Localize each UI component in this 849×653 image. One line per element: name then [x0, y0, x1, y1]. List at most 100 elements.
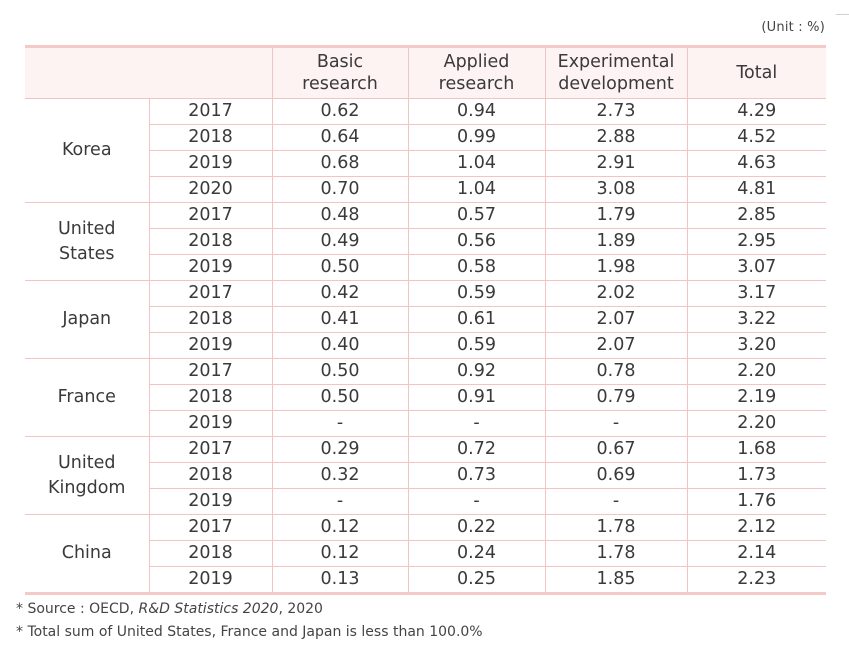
total-cell: 2.95 — [686, 228, 826, 255]
year-cell: 2018 — [148, 306, 272, 333]
applied-cell: 0.92 — [407, 358, 545, 385]
applied-cell: 0.24 — [407, 540, 545, 567]
total-cell: 2.12 — [686, 514, 826, 541]
header-total: Total — [686, 46, 826, 99]
country-cell: United States — [25, 202, 149, 281]
year-cell: 2018 — [148, 540, 272, 567]
applied-cell: 0.61 — [407, 306, 545, 333]
header-experimental-development: Experimental development — [544, 46, 687, 99]
country-name-line: States — [59, 243, 115, 264]
scrollbar-edge — [836, 14, 849, 15]
experimental-cell: - — [544, 488, 687, 515]
year-cell: 2019 — [148, 254, 272, 281]
applied-cell: 0.73 — [407, 462, 545, 489]
table-row: Japan 2017 0.42 0.59 2.02 3.17 — [25, 280, 826, 359]
applied-cell: 0.59 — [407, 280, 545, 307]
year-cell: 2018 — [148, 462, 272, 489]
applied-cell: 0.59 — [407, 332, 545, 359]
header-basic-line1: Basic — [316, 52, 364, 72]
total-cell: 1.76 — [686, 488, 826, 515]
basic-cell: 0.12 — [271, 540, 408, 567]
year-cell: 2017 — [148, 436, 272, 463]
basic-cell: 0.32 — [271, 462, 408, 489]
year-cell: 2017 — [148, 358, 272, 385]
experimental-cell: 0.67 — [544, 436, 687, 463]
applied-cell: 0.99 — [407, 124, 545, 151]
basic-cell: 0.42 — [271, 280, 408, 307]
year-cell: 2019 — [148, 410, 272, 437]
country-name-line: France — [57, 387, 116, 407]
applied-cell: 0.58 — [407, 254, 545, 281]
source-title: R&D Statistics 2020 — [138, 601, 279, 617]
basic-cell: 0.70 — [271, 176, 408, 203]
experimental-cell: 1.78 — [544, 514, 687, 541]
applied-cell: 1.04 — [407, 150, 545, 177]
year-cell: 2019 — [148, 488, 272, 515]
header-applied-line1: Applied — [443, 52, 510, 72]
basic-cell: 0.50 — [271, 358, 408, 385]
header-experimental-line1: Experimental — [557, 52, 675, 72]
basic-cell: 0.41 — [271, 306, 408, 333]
total-cell: 2.20 — [686, 358, 826, 385]
applied-cell: 1.04 — [407, 176, 545, 203]
country-cell: Japan — [25, 280, 149, 359]
country-name-line: United — [58, 452, 116, 473]
experimental-cell: 1.98 — [544, 254, 687, 281]
rd-expenditure-table: Basic research Applied research Experime… — [25, 45, 826, 595]
country-cell: United Kingdom — [25, 436, 149, 515]
applied-cell: 0.22 — [407, 514, 545, 541]
table-body: Korea 2017 0.62 0.94 2.73 4.29 2018 0.64 0.99 2.8… — [25, 98, 826, 594]
basic-cell: 0.48 — [271, 202, 408, 229]
source-prefix: * Source : OECD, — [16, 601, 139, 617]
applied-cell: 0.56 — [407, 228, 545, 255]
basic-cell: - — [271, 410, 408, 437]
experimental-cell: 1.78 — [544, 540, 687, 567]
footnotes: * Source : OECD, R&D Statistics 2020, 20… — [16, 598, 483, 644]
year-cell: 2018 — [148, 124, 272, 151]
unit-label: (Unit : %) — [761, 20, 825, 35]
year-cell: 2017 — [148, 202, 272, 229]
experimental-cell: 2.91 — [544, 150, 687, 177]
header-experimental-line2: development — [558, 74, 674, 94]
year-cell: 2018 — [148, 384, 272, 411]
year-cell: 2017 — [148, 514, 272, 541]
source-note: * Source : OECD, R&D Statistics 2020, 20… — [16, 598, 483, 621]
basic-cell: 0.12 — [271, 514, 408, 541]
country-name-line: Kingdom — [48, 477, 126, 498]
total-cell: 1.73 — [686, 462, 826, 489]
applied-cell: - — [407, 410, 545, 437]
experimental-cell: 0.78 — [544, 358, 687, 385]
year-cell: 2018 — [148, 228, 272, 255]
country-name-line: Japan — [62, 309, 112, 329]
applied-cell: 0.91 — [407, 384, 545, 411]
experimental-cell: 2.73 — [544, 98, 687, 125]
experimental-cell: 2.07 — [544, 332, 687, 359]
year-cell: 2017 — [148, 98, 272, 125]
basic-cell: - — [271, 488, 408, 515]
country-name-line: China — [61, 543, 112, 563]
header-basic-research: Basic research — [271, 46, 408, 99]
total-cell: 2.23 — [686, 566, 826, 594]
total-cell: 4.63 — [686, 150, 826, 177]
experimental-cell: 1.79 — [544, 202, 687, 229]
header-row: Basic research Applied research Experime… — [25, 46, 826, 99]
header-applied-line2: research — [438, 74, 515, 94]
total-cell: 4.29 — [686, 98, 826, 125]
year-cell: 2017 — [148, 280, 272, 307]
table-row: Korea 2017 0.62 0.94 2.73 4.29 — [25, 98, 826, 203]
country-cell: Korea — [25, 98, 149, 203]
country-cell: China — [25, 514, 149, 594]
total-cell: 3.22 — [686, 306, 826, 333]
total-cell: 2.20 — [686, 410, 826, 437]
table-row: United States 2017 0.48 0.57 1.79 2.85 — [25, 202, 826, 281]
basic-cell: 0.40 — [271, 332, 408, 359]
table-row: France 2017 0.50 0.92 0.78 2.20 — [25, 358, 826, 437]
experimental-cell: 1.85 — [544, 566, 687, 594]
experimental-cell: 2.02 — [544, 280, 687, 307]
applied-cell: 0.57 — [407, 202, 545, 229]
total-sum-note: * Total sum of United States, France and… — [16, 624, 483, 640]
experimental-cell: 0.79 — [544, 384, 687, 411]
country-name-line: Korea — [61, 140, 112, 160]
applied-cell: 0.94 — [407, 98, 545, 125]
total-cell: 3.17 — [686, 280, 826, 307]
